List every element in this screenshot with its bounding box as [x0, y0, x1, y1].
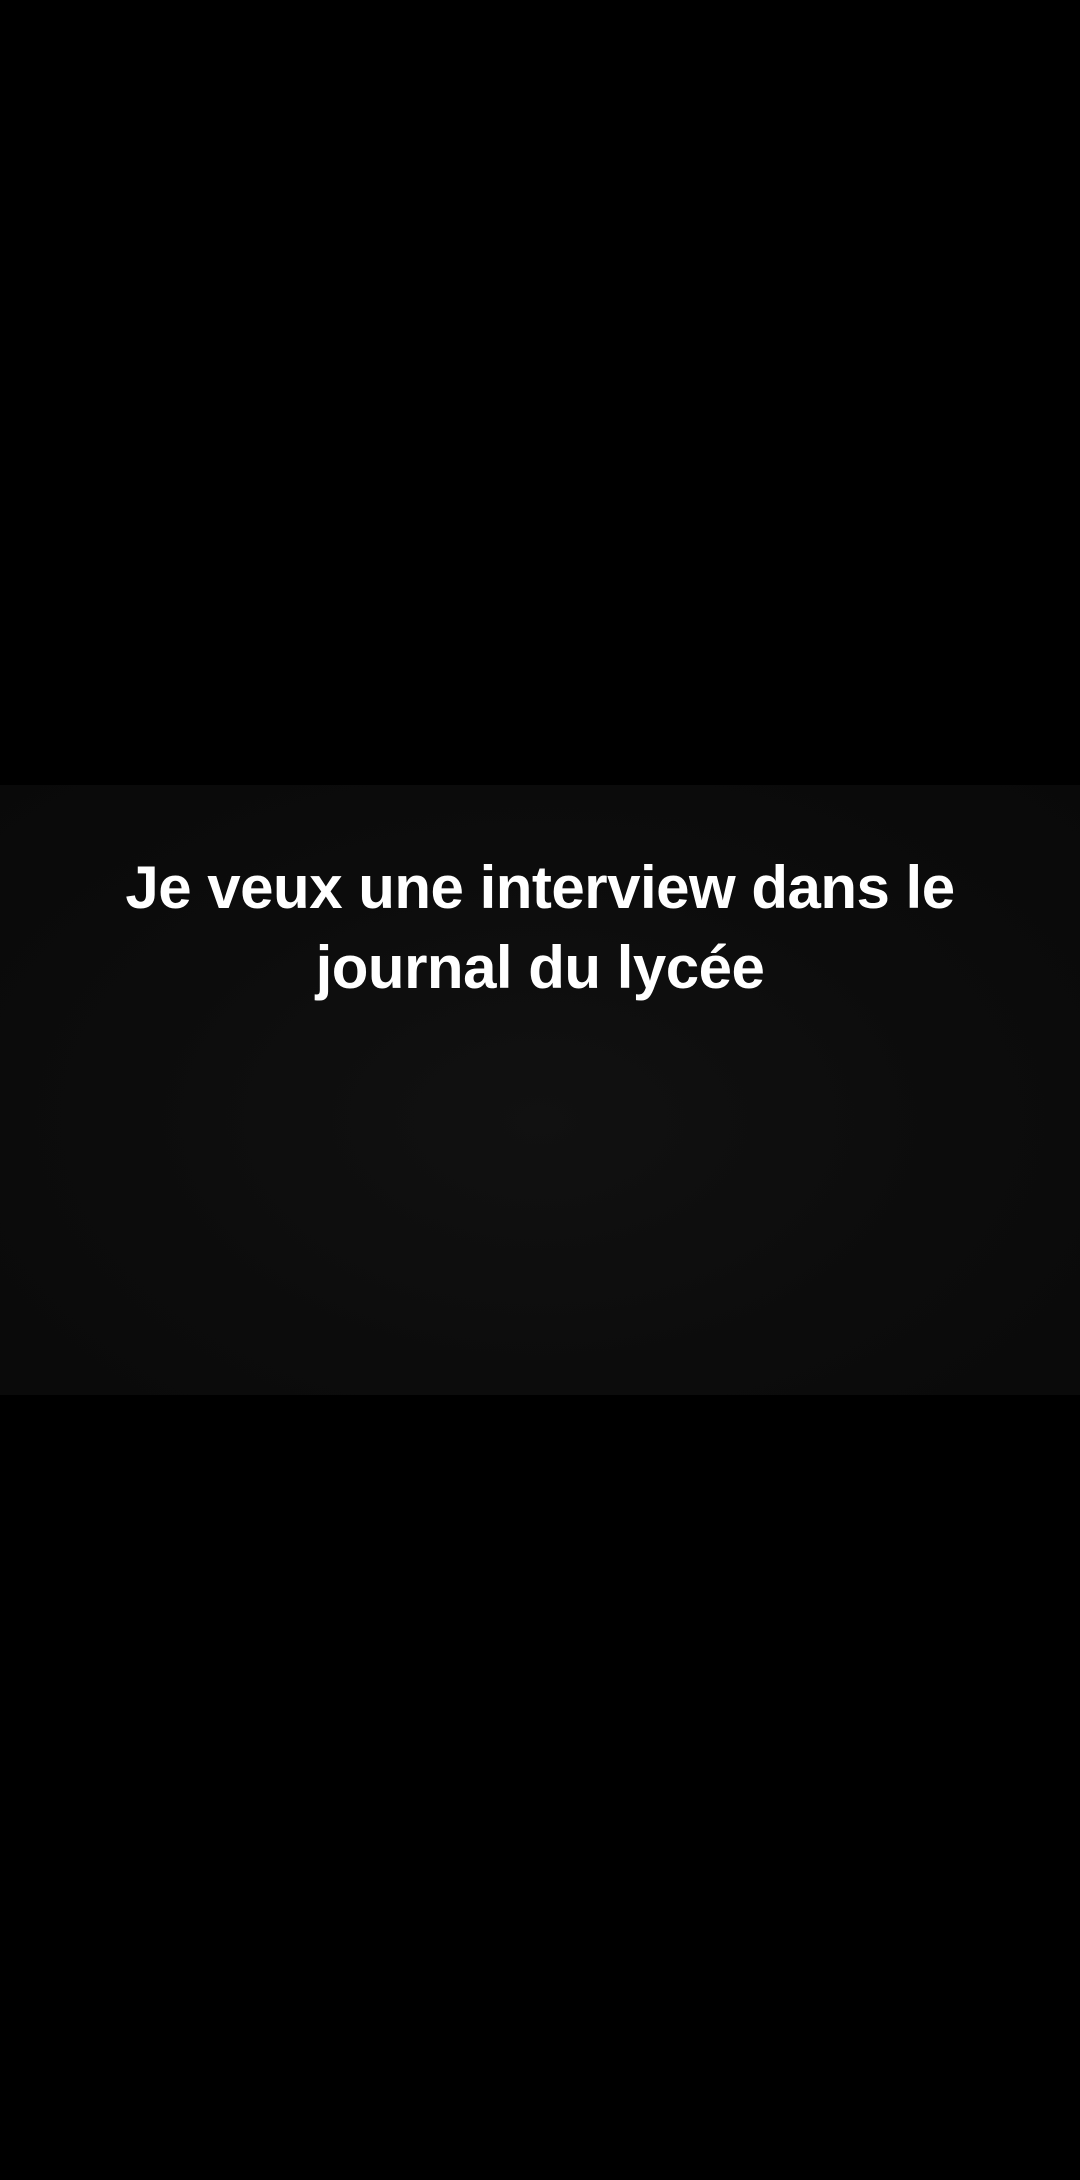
video-caption: Je veux une interview dans le journal du… — [125, 854, 955, 1001]
story-screen[interactable]: Je veux une interview dans le journal du… — [0, 0, 1080, 2180]
